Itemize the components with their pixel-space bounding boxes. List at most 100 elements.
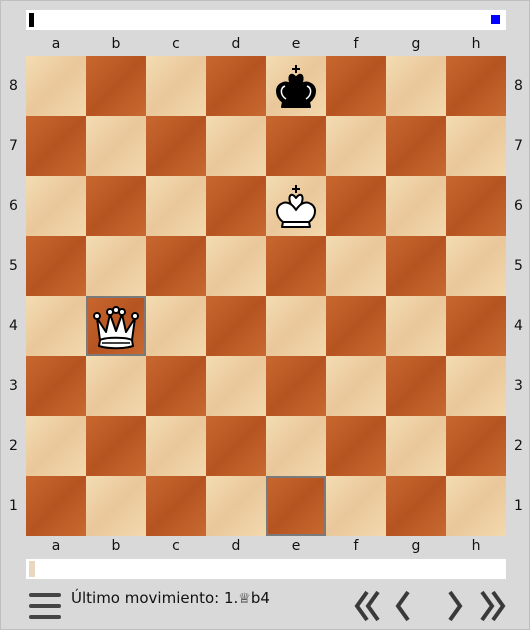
square-g5[interactable] <box>386 236 446 296</box>
file-labels-bottom: a b c d e f g h <box>26 536 506 556</box>
square-c8[interactable] <box>146 56 206 116</box>
square-a8[interactable] <box>26 56 86 116</box>
square-g6[interactable] <box>386 176 446 236</box>
square-f5[interactable] <box>326 236 386 296</box>
square-b6[interactable] <box>86 176 146 236</box>
square-f8[interactable] <box>326 56 386 116</box>
square-a4[interactable] <box>26 296 86 356</box>
rank-label: 8 <box>514 78 523 94</box>
square-e6[interactable] <box>266 176 326 236</box>
square-c1[interactable] <box>146 476 206 536</box>
previous-move-button[interactable] <box>393 589 413 623</box>
move-progress-marker <box>29 561 35 577</box>
rank-label: 6 <box>9 198 18 214</box>
square-d8[interactable] <box>206 56 266 116</box>
square-e3[interactable] <box>266 356 326 416</box>
square-e8[interactable] <box>266 56 326 116</box>
square-g1[interactable] <box>386 476 446 536</box>
square-g3[interactable] <box>386 356 446 416</box>
square-d7[interactable] <box>206 116 266 176</box>
footer-toolbar: Último movimiento: 1.♕b4 <box>1 583 529 629</box>
square-b8[interactable] <box>86 56 146 116</box>
chess-board <box>26 56 506 536</box>
square-h7[interactable] <box>446 116 506 176</box>
square-e1[interactable] <box>266 476 326 536</box>
square-a5[interactable] <box>26 236 86 296</box>
rank-label: 7 <box>9 138 18 154</box>
square-b5[interactable] <box>86 236 146 296</box>
square-h1[interactable] <box>446 476 506 536</box>
rank-label: 2 <box>9 438 18 454</box>
square-b1[interactable] <box>86 476 146 536</box>
square-h3[interactable] <box>446 356 506 416</box>
square-g4[interactable] <box>386 296 446 356</box>
square-a6[interactable] <box>26 176 86 236</box>
rank-label: 5 <box>9 258 18 274</box>
file-label: h <box>471 36 481 52</box>
square-h8[interactable] <box>446 56 506 116</box>
square-f6[interactable] <box>326 176 386 236</box>
square-d3[interactable] <box>206 356 266 416</box>
square-d6[interactable] <box>206 176 266 236</box>
square-d1[interactable] <box>206 476 266 536</box>
file-label: f <box>353 538 359 554</box>
file-label: a <box>51 36 61 52</box>
square-a3[interactable] <box>26 356 86 416</box>
square-h5[interactable] <box>446 236 506 296</box>
square-a7[interactable] <box>26 116 86 176</box>
first-move-button[interactable] <box>353 589 383 623</box>
last-move-button[interactable] <box>477 589 507 623</box>
file-label: b <box>111 36 121 52</box>
file-label: h <box>471 538 481 554</box>
square-a2[interactable] <box>26 416 86 476</box>
square-c4[interactable] <box>146 296 206 356</box>
chess-viewer: a b c d e f g h 8 7 6 5 4 3 2 1 8 7 6 5 … <box>0 0 530 630</box>
file-label: c <box>172 36 180 52</box>
file-label: g <box>411 36 421 52</box>
square-c5[interactable] <box>146 236 206 296</box>
square-b3[interactable] <box>86 356 146 416</box>
square-f3[interactable] <box>326 356 386 416</box>
square-h2[interactable] <box>446 416 506 476</box>
file-label: b <box>111 538 121 554</box>
square-h6[interactable] <box>446 176 506 236</box>
square-c6[interactable] <box>146 176 206 236</box>
square-d5[interactable] <box>206 236 266 296</box>
square-b4[interactable] <box>86 296 146 356</box>
square-f4[interactable] <box>326 296 386 356</box>
file-label: e <box>291 36 301 52</box>
rank-label: 1 <box>9 498 18 514</box>
square-g7[interactable] <box>386 116 446 176</box>
rank-label: 4 <box>9 318 18 334</box>
file-labels-top: a b c d e f g h <box>26 34 506 54</box>
last-move-label: Último movimiento: 1. <box>71 589 239 607</box>
square-h4[interactable] <box>446 296 506 356</box>
hamburger-menu-icon[interactable] <box>29 593 61 619</box>
file-label: d <box>231 538 241 554</box>
square-g2[interactable] <box>386 416 446 476</box>
square-b7[interactable] <box>86 116 146 176</box>
file-label: f <box>353 36 359 52</box>
square-f2[interactable] <box>326 416 386 476</box>
square-d2[interactable] <box>206 416 266 476</box>
square-c7[interactable] <box>146 116 206 176</box>
file-label: g <box>411 538 421 554</box>
square-d4[interactable] <box>206 296 266 356</box>
square-e5[interactable] <box>266 236 326 296</box>
last-move-square: b4 <box>250 589 270 607</box>
square-c3[interactable] <box>146 356 206 416</box>
square-b2[interactable] <box>86 416 146 476</box>
square-f7[interactable] <box>326 116 386 176</box>
square-e7[interactable] <box>266 116 326 176</box>
square-e2[interactable] <box>266 416 326 476</box>
last-move-status: Último movimiento: 1.♕b4 <box>71 588 270 609</box>
square-c2[interactable] <box>146 416 206 476</box>
square-e4[interactable] <box>266 296 326 356</box>
rank-label: 5 <box>514 258 523 274</box>
square-f1[interactable] <box>326 476 386 536</box>
side-to-move-indicator <box>29 13 34 27</box>
rank-label: 8 <box>9 78 18 94</box>
square-g8[interactable] <box>386 56 446 116</box>
next-move-button[interactable] <box>445 589 465 623</box>
square-a1[interactable] <box>26 476 86 536</box>
